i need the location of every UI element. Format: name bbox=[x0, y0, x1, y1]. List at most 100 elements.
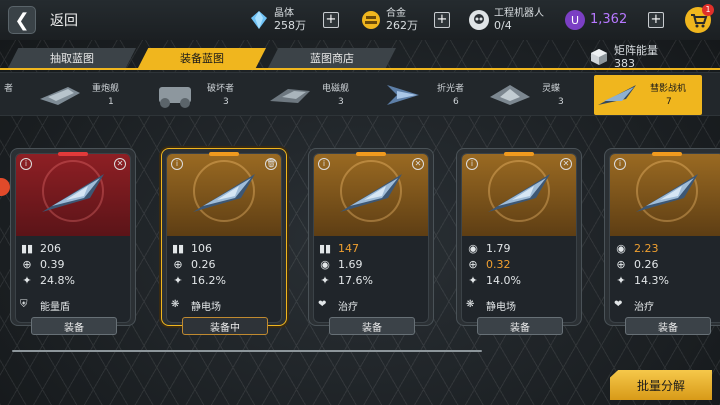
back-button[interactable]: ❮ bbox=[8, 6, 36, 34]
stat-value: 14.0% bbox=[486, 273, 521, 287]
stat-row: ⊕ 0.26 bbox=[171, 256, 279, 272]
stat-value: 0.26 bbox=[191, 257, 216, 271]
close-icon[interactable]: ✕ bbox=[114, 158, 126, 170]
alloy-icon bbox=[360, 9, 382, 31]
robot-icon bbox=[468, 9, 490, 31]
ship-icon bbox=[387, 85, 419, 105]
info-icon[interactable]: i bbox=[20, 158, 32, 170]
stat-value: 2.23 bbox=[634, 241, 659, 255]
close-icon[interactable]: ✕ bbox=[560, 158, 572, 170]
chevron-left-icon: ❮ bbox=[14, 9, 30, 31]
info-icon[interactable]: i bbox=[614, 158, 626, 170]
equip-button[interactable]: 装备 bbox=[31, 317, 117, 335]
ship-item[interactable]: 灵蝶 3 bbox=[486, 75, 594, 115]
matrix-energy: 矩阵能量 383 bbox=[590, 44, 658, 70]
ship-image bbox=[42, 174, 104, 212]
cube-icon bbox=[591, 49, 607, 65]
ship-image bbox=[193, 174, 255, 212]
ability-name: 能量盾 bbox=[40, 301, 70, 313]
ship-icon bbox=[40, 87, 80, 105]
static-icon: ❋ bbox=[466, 299, 475, 310]
info-icon[interactable]: i bbox=[466, 158, 478, 170]
ability: ⛨ 能量盾 bbox=[20, 298, 70, 313]
ship-item[interactable]: 破坏者 3 bbox=[151, 75, 259, 115]
ship-item[interactable]: 折光者 6 bbox=[381, 75, 489, 115]
blueprint-card[interactable]: i ◉ 2.23 ⊕ 0.26 ✦ 14.3% ❤ 治疗 装备 bbox=[604, 148, 720, 335]
stat-value: 14.3% bbox=[634, 273, 669, 287]
stat-value: 1.79 bbox=[486, 241, 511, 255]
equip-button[interactable]: 装备 bbox=[329, 317, 415, 335]
blueprint-card-equipped[interactable]: i 🗑 ▮▮ 106 ⊕ 0.26 ✦ 16.2% ❋ 静电场 装备中 bbox=[161, 148, 287, 335]
stats: ▮▮ 106 ⊕ 0.26 ✦ 16.2% bbox=[171, 240, 279, 288]
stat-row: ◉ 1.79 bbox=[466, 240, 574, 256]
stats: ▮▮ 147 ◉ 1.69 ✦ 17.6% bbox=[318, 240, 426, 288]
stat-row: ✦ 14.0% bbox=[466, 272, 574, 288]
svg-text:U: U bbox=[571, 14, 579, 27]
stat-row: ✦ 24.8% bbox=[20, 272, 128, 288]
matrix-label: 矩阵能量 bbox=[614, 44, 658, 57]
crit-icon: ✦ bbox=[173, 273, 183, 287]
resource-alloy: 合金 262万 bbox=[360, 5, 418, 35]
add-alloy-button[interactable]: + bbox=[434, 12, 450, 28]
ship-name: 电磁舰 bbox=[322, 84, 350, 94]
blueprint-card[interactable]: i ✕ ▮▮ 206 ⊕ 0.39 ✦ 24.8% ⛨ 能量盾 装备 bbox=[10, 148, 136, 335]
blueprint-card[interactable]: i ✕ ▮▮ 147 ◉ 1.69 ✦ 17.6% ❤ 治疗 装备 bbox=[308, 148, 434, 335]
equip-button[interactable]: 装备 bbox=[625, 317, 711, 335]
ship-name: 破坏者 bbox=[207, 84, 235, 94]
ability: ❤ 治疗 bbox=[614, 298, 654, 313]
ability-name: 治疗 bbox=[634, 301, 654, 313]
stat-value: 16.2% bbox=[191, 273, 226, 287]
stat-value: 1.69 bbox=[338, 257, 363, 271]
resource-value: 1,362 bbox=[590, 12, 628, 27]
top-bar: ❮ 返回 晶体 258万 + 合金 262万 + 工程机器人 0/4 U 1,362 … bbox=[0, 0, 720, 40]
stat-row: ✦ 14.3% bbox=[614, 272, 720, 288]
dial-icon: ◉ bbox=[468, 241, 478, 255]
static-icon: ❋ bbox=[171, 299, 180, 310]
horizontal-scrollbar[interactable] bbox=[12, 350, 482, 352]
heal-icon: ❤ bbox=[614, 299, 623, 310]
info-icon[interactable]: i bbox=[318, 158, 330, 170]
ship-icon bbox=[159, 87, 191, 108]
ship-icon bbox=[490, 85, 530, 105]
ship-item[interactable]: 电磁舰 3 bbox=[266, 75, 374, 115]
stat-value: 17.6% bbox=[338, 273, 373, 287]
crosshair-icon: ⊕ bbox=[468, 257, 478, 271]
close-icon[interactable]: ✕ bbox=[412, 158, 424, 170]
dial-icon: ◉ bbox=[616, 241, 626, 255]
tab-blueprint-shop[interactable]: 蓝图商店 bbox=[268, 48, 396, 68]
stats: ◉ 1.79 ⊕ 0.32 ✦ 14.0% bbox=[466, 240, 574, 288]
stat-row: ✦ 17.6% bbox=[318, 272, 426, 288]
stat-value: 0.26 bbox=[634, 257, 659, 271]
ship-icon bbox=[270, 89, 310, 103]
resource-robot: 工程机器人 0/4 bbox=[468, 5, 544, 35]
ship-name: 折光者 bbox=[437, 84, 465, 94]
back-label[interactable]: 返回 bbox=[50, 10, 78, 30]
batch-decompose-button[interactable]: 批量分解 bbox=[610, 370, 712, 400]
stat-row: ⊕ 0.26 bbox=[614, 256, 720, 272]
shop-cart-button[interactable]: 1 bbox=[684, 4, 714, 34]
equip-button[interactable]: 装备 bbox=[477, 317, 563, 335]
ship-count: 3 bbox=[338, 97, 344, 107]
tab-equip-blueprint[interactable]: 装备蓝图 bbox=[138, 48, 266, 68]
ship-image bbox=[340, 174, 402, 212]
ship-name: 重炮舰 bbox=[92, 84, 120, 94]
ammo-icon: ▮▮ bbox=[20, 241, 34, 255]
ability: ❤ 治疗 bbox=[318, 298, 358, 313]
crosshair-icon: ⊕ bbox=[616, 257, 626, 271]
crit-icon: ✦ bbox=[22, 273, 32, 287]
ship-count: 6 bbox=[453, 97, 459, 107]
equipped-button[interactable]: 装备中 bbox=[182, 317, 268, 335]
resource-value: 258万 bbox=[274, 19, 306, 32]
ship-count: 7 bbox=[666, 97, 672, 107]
blueprint-card[interactable]: i ✕ ◉ 1.79 ⊕ 0.32 ✦ 14.0% ❋ 静电场 装备 bbox=[456, 148, 582, 335]
ship-item[interactable]: 重炮舰 1 bbox=[36, 75, 144, 115]
add-crystal-button[interactable]: + bbox=[323, 12, 339, 28]
ship-item-selected[interactable]: 彗影战机 7 bbox=[594, 75, 702, 115]
add-u-currency-button[interactable]: + bbox=[648, 12, 664, 28]
tab-draw-blueprint[interactable]: 抽取蓝图 bbox=[8, 48, 136, 68]
resource-u-currency: U 1,362 bbox=[564, 5, 627, 35]
info-icon[interactable]: i bbox=[171, 158, 183, 170]
delete-icon[interactable]: 🗑 bbox=[265, 158, 277, 170]
stat-row: ✦ 16.2% bbox=[171, 272, 279, 288]
stat-row: ⊕ 0.32 bbox=[466, 256, 574, 272]
